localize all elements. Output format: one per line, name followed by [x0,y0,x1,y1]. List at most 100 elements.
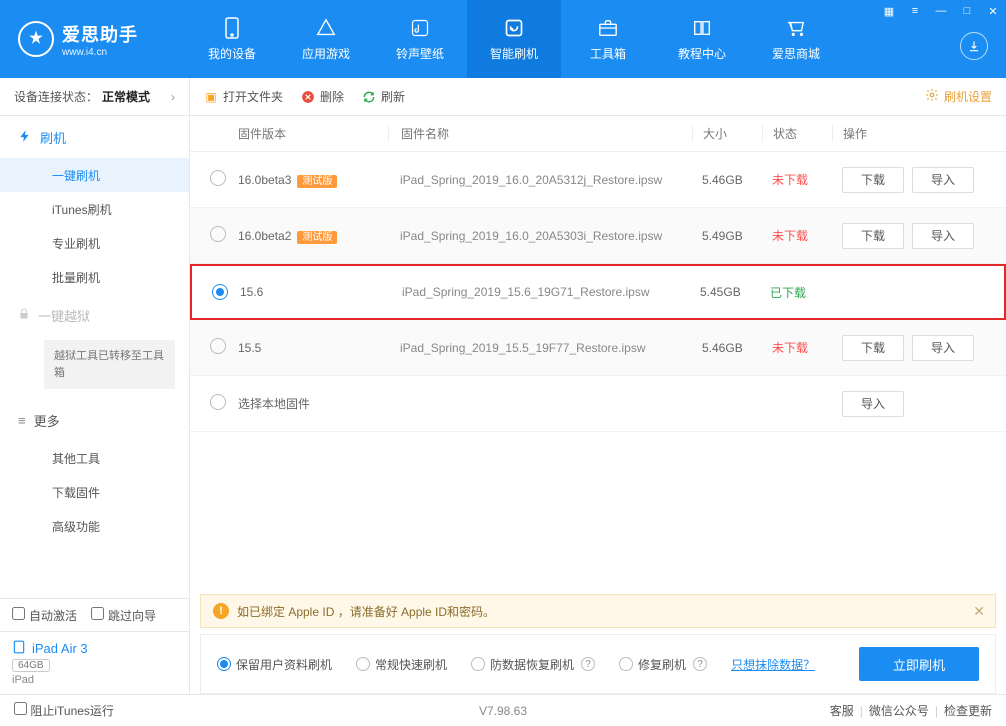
download-button[interactable]: 下载 [842,223,904,249]
row-size: 5.49GB [692,229,762,243]
refresh-icon [503,17,525,39]
col-ops: 操作 [832,125,992,142]
col-name: 固件名称 [388,125,692,142]
nav-toolbox[interactable]: 工具箱 [561,0,655,78]
block-itunes-checkbox[interactable]: 阻止iTunes运行 [14,702,114,719]
sidebar-sub-itunes[interactable]: iTunes刷机 [0,192,189,226]
phone-icon [221,17,243,39]
chevron-right-icon: › [171,90,175,104]
opt-normal[interactable]: 常规快速刷机 [356,656,447,673]
row-size: 5.45GB [690,285,760,299]
row-version: 16.0beta2测试版 [238,228,388,243]
device-info[interactable]: iPad Air 3 64GB iPad [0,631,189,694]
row-radio[interactable] [210,226,226,242]
ipad-icon [12,640,26,657]
app-subtitle: www.i4.cn [62,47,138,58]
sidebar-sub-other[interactable]: 其他工具 [0,441,189,475]
import-button[interactable]: 导入 [912,167,974,193]
flash-settings-button[interactable]: 刷机设置 [925,88,992,105]
auto-activate-checkbox[interactable]: 自动激活 [12,607,77,624]
row-radio[interactable] [210,338,226,354]
gear-icon [925,88,939,105]
nav-flash[interactable]: 智能刷机 [467,0,561,78]
delete-button[interactable]: 删除 [301,88,344,105]
import-button[interactable]: 导入 [842,391,904,417]
help-icon[interactable]: ? [581,657,595,671]
win-close[interactable]: ✕ [980,0,1006,22]
warning-icon: ! [213,603,229,619]
download-circle-button[interactable] [960,32,988,60]
row-version: 16.0beta3测试版 [238,172,388,187]
sidebar-sub-download[interactable]: 下载固件 [0,475,189,509]
firmware-row[interactable]: 16.0beta3测试版iPad_Spring_2019_16.0_20A531… [190,152,1006,208]
firmware-row[interactable]: 选择本地固件导入 [190,376,1006,432]
nav-ringtones[interactable]: 铃声壁纸 [373,0,467,78]
toolbox-icon [597,17,619,39]
sidebar: 设备连接状态： 正常模式 › 刷机 一键刷机 iTunes刷机 专业刷机 批量刷… [0,78,190,694]
firmware-row[interactable]: 15.5iPad_Spring_2019_15.5_19F77_Restore.… [190,320,1006,376]
nav-store[interactable]: 爱思商城 [749,0,843,78]
row-size: 5.46GB [692,173,762,187]
footer-update[interactable]: 检查更新 [944,702,992,719]
nav-apps[interactable]: 应用游戏 [279,0,373,78]
device-status[interactable]: 设备连接状态： 正常模式 › [0,78,189,116]
skip-guide-checkbox[interactable]: 跳过向导 [91,607,156,624]
col-size: 大小 [692,125,762,142]
row-filename: iPad_Spring_2019_15.6_19G71_Restore.ipsw [390,285,690,299]
row-size: 5.46GB [692,341,762,355]
row-status: 未下载 [762,171,832,188]
table-header: 固件版本 固件名称 大小 状态 操作 [190,116,1006,152]
flash-now-button[interactable]: 立即刷机 [859,647,979,681]
version-label: V7.98.63 [479,704,527,718]
opt-repair[interactable]: 修复刷机? [619,656,707,673]
help-icon[interactable]: ? [693,657,707,671]
sidebar-sub-batch[interactable]: 批量刷机 [0,260,189,294]
firmware-row[interactable]: 15.6iPad_Spring_2019_15.6_19G71_Restore.… [190,264,1006,320]
logo-icon [18,21,54,57]
download-button[interactable]: 下载 [842,167,904,193]
nav-tutorials[interactable]: 教程中心 [655,0,749,78]
win-grid-icon[interactable]: ▦ [876,0,902,22]
sidebar-sub-pro[interactable]: 专业刷机 [0,226,189,260]
music-icon [409,17,431,39]
col-status: 状态 [762,125,832,142]
row-status: 已下载 [760,284,830,301]
win-menu-icon[interactable]: ≡ [902,0,928,22]
opt-keep-data[interactable]: 保留用户资料刷机 [217,656,332,673]
win-maximize[interactable]: □ [954,0,980,22]
main: 设备连接状态： 正常模式 › 刷机 一键刷机 iTunes刷机 专业刷机 批量刷… [0,78,1006,694]
sidebar-sub-oneclick[interactable]: 一键刷机 [0,158,189,192]
sidebar-sub-advanced[interactable]: 高级功能 [0,509,189,543]
flash-icon [18,129,32,146]
col-version: 固件版本 [238,125,388,142]
sidebar-flash-title[interactable]: 刷机 [0,116,189,158]
cart-icon [785,17,807,39]
apps-icon [315,17,337,39]
book-icon [691,17,713,39]
row-radio[interactable] [210,170,226,186]
opt-antirecover[interactable]: 防数据恢复刷机? [471,656,595,673]
app-header: 爱思助手 www.i4.cn 我的设备 应用游戏 铃声壁纸 智能刷机 工具箱 教… [0,0,1006,78]
footer-support[interactable]: 客服 [830,702,854,719]
nav-my-device[interactable]: 我的设备 [185,0,279,78]
footer-wechat[interactable]: 微信公众号 [869,702,929,719]
import-button[interactable]: 导入 [912,223,974,249]
row-radio[interactable] [210,394,226,410]
import-button[interactable]: 导入 [912,335,974,361]
firmware-row[interactable]: 16.0beta2测试版iPad_Spring_2019_16.0_20A530… [190,208,1006,264]
flash-options: 保留用户资料刷机 常规快速刷机 防数据恢复刷机? 修复刷机? 只想抹除数据？ 立… [200,634,996,694]
warning-close[interactable]: ✕ [973,603,985,620]
logo: 爱思助手 www.i4.cn [0,0,185,78]
row-filename: iPad_Spring_2019_16.0_20A5303i_Restore.i… [388,229,692,243]
erase-link[interactable]: 只想抹除数据？ [731,656,815,673]
delete-icon [301,90,315,104]
row-version: 15.5 [238,341,388,355]
refresh-button[interactable]: 刷新 [362,88,405,105]
sidebar-more-title[interactable]: ≡ 更多 [0,399,189,441]
row-filename: iPad_Spring_2019_16.0_20A5312j_Restore.i… [388,173,692,187]
win-minimize[interactable]: — [928,0,954,22]
row-radio[interactable] [212,284,228,300]
open-folder-button[interactable]: ▣打开文件夹 [204,88,283,105]
jailbreak-note: 越狱工具已转移至工具箱 [44,340,175,389]
download-button[interactable]: 下载 [842,335,904,361]
